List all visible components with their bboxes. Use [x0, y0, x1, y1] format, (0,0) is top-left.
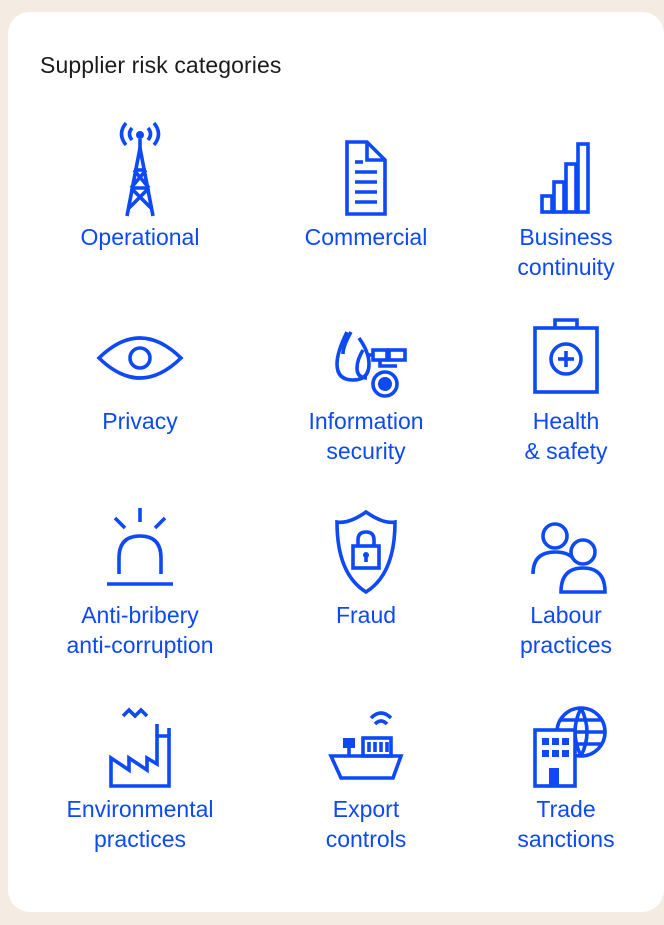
- category-label: Export controls: [325, 796, 407, 852]
- category-label: Fraud: [335, 602, 397, 628]
- radio-tower-icon: [85, 118, 195, 218]
- category-label: Health & safety: [524, 408, 608, 464]
- globe-building-icon: [511, 690, 621, 790]
- category-label: Operational: [80, 224, 200, 250]
- category-label: Environmental practices: [66, 796, 214, 852]
- bar-chart-icon: [511, 118, 621, 218]
- data-drops-network-icon: [311, 302, 421, 402]
- category-label: Privacy: [102, 408, 178, 434]
- card-title: Supplier risk categories: [40, 52, 282, 78]
- category-label: Anti-bribery anti-corruption: [66, 602, 214, 658]
- factory-icon: [85, 690, 195, 790]
- people-icon: [511, 496, 621, 596]
- category-label: Business continuity: [517, 224, 615, 280]
- document-icon: [311, 118, 421, 218]
- category-label: Trade sanctions: [517, 796, 615, 852]
- category-label: Information security: [308, 408, 424, 464]
- category-label: Labour practices: [519, 602, 613, 658]
- first-aid-kit-icon: [511, 302, 621, 402]
- cargo-ship-icon: [311, 690, 421, 790]
- category-label: Commercial: [304, 224, 428, 250]
- eye-icon: [85, 302, 195, 402]
- shield-lock-icon: [311, 496, 421, 596]
- alarm-siren-icon: [85, 496, 195, 596]
